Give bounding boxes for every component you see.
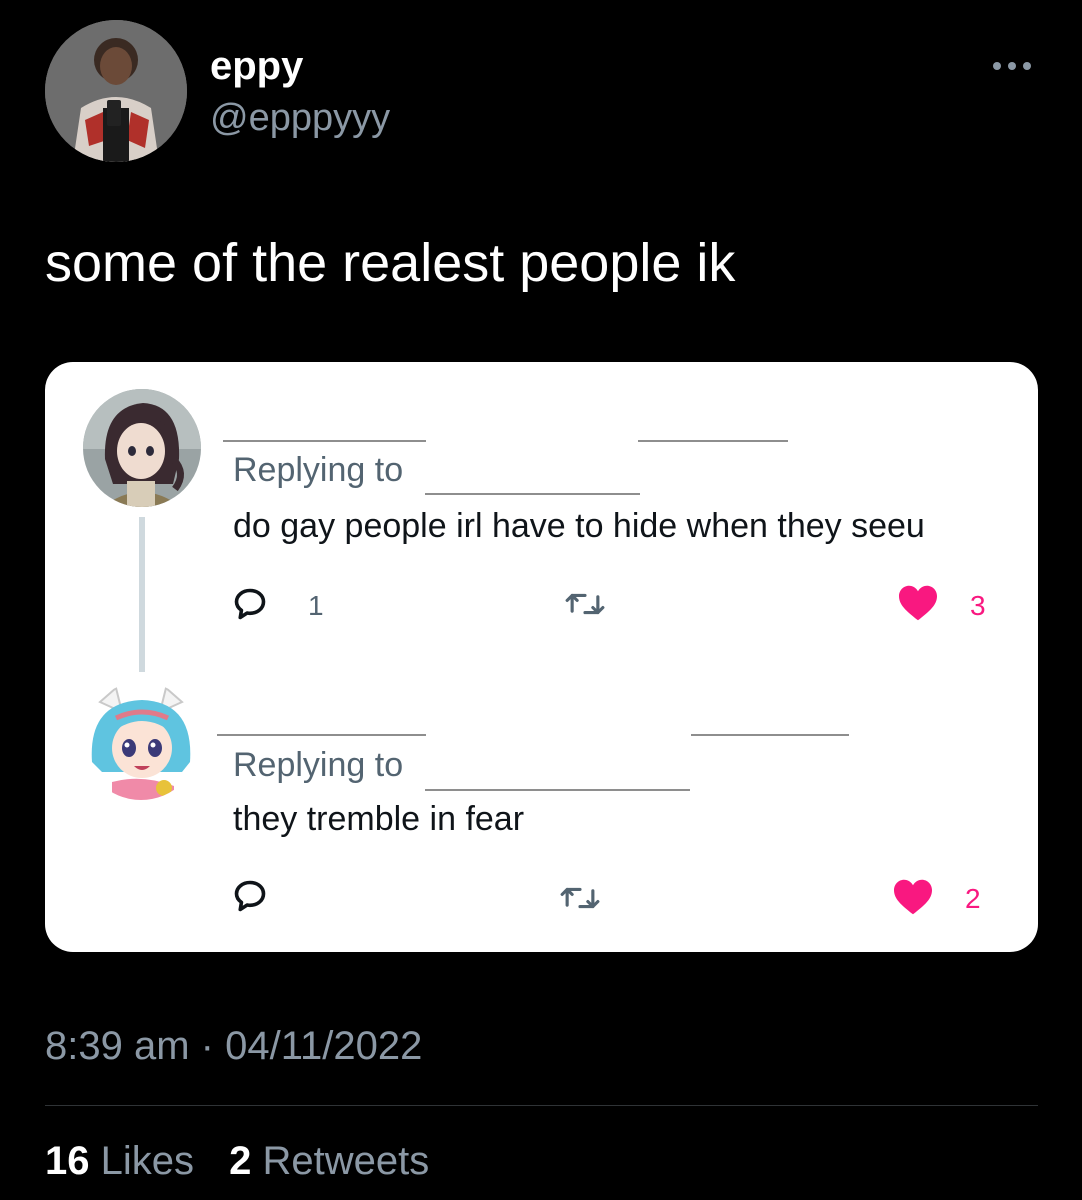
retweets-stat[interactable]: 2 Retweets: [229, 1139, 429, 1183]
profile-photo-icon: [45, 20, 187, 162]
redacted-mention: [425, 789, 690, 791]
redacted-mention: [425, 493, 640, 495]
reply-icon[interactable]: [232, 878, 268, 914]
redacted-handle: [691, 734, 849, 736]
reply-1-text: do gay people irl have to hide when they…: [233, 507, 925, 545]
like-count: 2: [965, 883, 981, 914]
reply-count: 1: [308, 590, 324, 621]
timestamp-separator: ·: [200, 1024, 214, 1068]
anime-girl-dark-hair-avatar-icon: [83, 389, 201, 507]
likes-count: 16: [45, 1139, 90, 1183]
divider: [45, 1105, 1038, 1106]
embedded-screenshot: Replying to do gay people irl have to hi…: [45, 362, 1038, 952]
author-handle[interactable]: @epppyyy: [210, 95, 390, 141]
reply-1-avatar: [83, 389, 201, 507]
author-avatar[interactable]: [45, 20, 187, 162]
tweet-timestamp[interactable]: 8:39 am · 04/11/2022: [45, 1022, 422, 1070]
engagement-stats: 16 Likes 2 Retweets: [45, 1137, 453, 1185]
retweet-icon[interactable]: [560, 880, 600, 916]
tweet-date: 04/11/2022: [225, 1024, 423, 1068]
anime-girl-blue-hair-avatar-icon: [82, 682, 200, 800]
retweets-label: Retweets: [262, 1139, 430, 1183]
likes-label: Likes: [100, 1139, 195, 1183]
tweet-text: some of the realest people ik: [45, 233, 736, 293]
retweet-icon[interactable]: [565, 586, 605, 622]
redacted-display-name: [217, 734, 426, 736]
redacted-handle: [638, 440, 788, 442]
reply-2-text: they tremble in fear: [233, 800, 525, 838]
reply-2-avatar: [82, 682, 200, 800]
like-heart-icon[interactable]: [897, 584, 939, 622]
likes-stat[interactable]: 16 Likes: [45, 1139, 194, 1183]
thread-connector-line: [139, 517, 145, 672]
author-display-name[interactable]: eppy: [210, 42, 303, 90]
redacted-display-name: [223, 440, 426, 442]
reply-icon[interactable]: [232, 586, 268, 622]
replying-to-label: Replying to: [233, 451, 404, 489]
retweets-count: 2: [229, 1139, 252, 1183]
like-heart-icon[interactable]: [892, 878, 934, 916]
more-options-icon[interactable]: [990, 55, 1034, 77]
like-count: 3: [970, 590, 986, 621]
replying-to-label: Replying to: [233, 746, 404, 784]
tweet-time: 8:39 am: [45, 1024, 190, 1068]
